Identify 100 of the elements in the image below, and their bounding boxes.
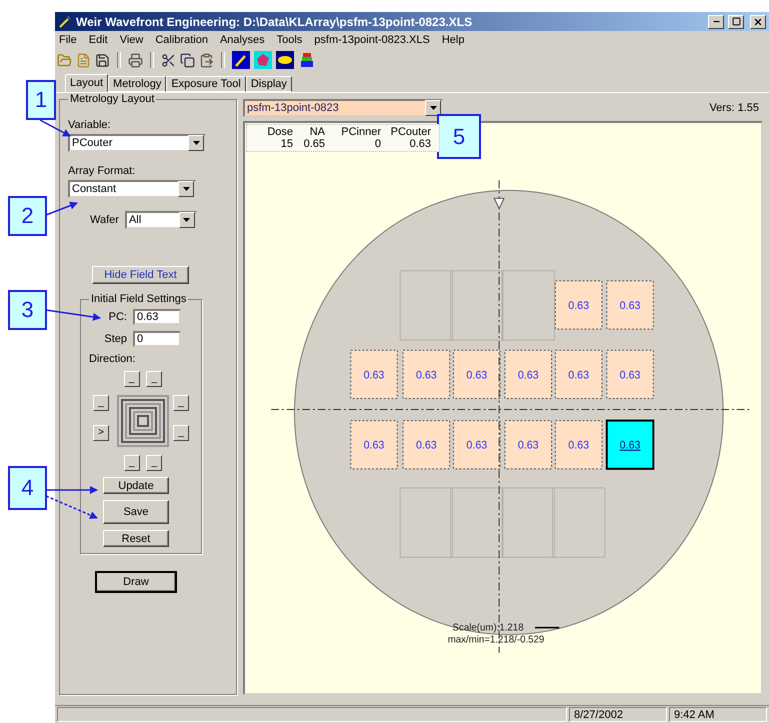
menu-item[interactable]: Calibration	[155, 34, 208, 46]
table-cell-text: 0.65	[302, 138, 325, 150]
wafer-dropdown[interactable]: All	[124, 211, 197, 229]
tab[interactable]: Layout	[65, 74, 108, 92]
field-cell[interactable]: 0.63	[453, 420, 501, 470]
callout-box: 5	[437, 114, 481, 159]
minimize-button[interactable]	[708, 14, 724, 28]
column-header: NA	[308, 126, 325, 138]
grid-slot	[502, 487, 555, 558]
table-cell-text: 0	[374, 138, 381, 150]
field-cell[interactable]: 0.63	[606, 350, 654, 399]
maximize-icon	[732, 17, 740, 26]
menu-item[interactable]: Tools	[276, 34, 302, 46]
pc-input[interactable]: 0.63	[133, 309, 181, 325]
close-button[interactable]	[750, 14, 766, 28]
callout-box: 3	[8, 290, 47, 330]
wand-icon	[58, 14, 72, 28]
menu-item[interactable]: Analyses	[220, 34, 265, 46]
caret-icon	[182, 187, 190, 191]
notch-icon	[493, 198, 505, 210]
action-button[interactable]: Save	[103, 500, 169, 524]
field-label: Variable:	[68, 119, 112, 131]
variable-dropdown[interactable]: PCouter	[68, 134, 206, 152]
bars-icon[interactable]	[298, 51, 316, 69]
menu-item[interactable]: File	[59, 34, 77, 46]
callout-arrow	[46, 202, 78, 216]
group-title: Initial Field Settings	[90, 293, 188, 305]
grid-slot	[450, 270, 504, 341]
menu-item[interactable]: View	[120, 34, 144, 46]
tab[interactable]: Metrology	[108, 76, 166, 92]
wand-icon[interactable]	[232, 51, 250, 69]
caret-icon	[183, 218, 190, 222]
status-time: 9:42 AM	[669, 707, 767, 722]
direction-button[interactable]: _	[146, 371, 162, 387]
field-cell[interactable]: 0.63	[504, 350, 552, 399]
caret-icon	[192, 141, 200, 145]
grid-slot	[400, 270, 454, 341]
field-cell[interactable]: 0.63	[504, 420, 552, 470]
menu-item[interactable]: psfm-13point-0823.XLS	[314, 34, 430, 46]
field-cell[interactable]: 0.63	[350, 420, 398, 470]
close-icon	[753, 16, 763, 26]
floppy-icon[interactable]	[95, 52, 110, 68]
direction-button[interactable]: _	[93, 395, 109, 411]
callout-box: 2	[8, 196, 47, 236]
hide-field-text-button[interactable]: Hide Field Text	[92, 266, 189, 284]
grid-slot	[450, 487, 504, 558]
direction-button[interactable]: _	[173, 395, 189, 411]
grid-slot	[400, 487, 454, 558]
field-cell[interactable]: 0.63	[350, 350, 398, 399]
paste-icon[interactable]	[199, 52, 214, 68]
callout-box: 4	[8, 466, 47, 510]
maximize-button[interactable]	[728, 14, 744, 28]
column-header: PCouter	[390, 126, 431, 138]
version-label: Vers: 1.55	[709, 102, 759, 114]
caret-icon	[430, 106, 436, 110]
field-label: Wafer	[90, 214, 119, 226]
field-cell[interactable]: 0.63	[606, 280, 654, 330]
table-cell-text: 15	[280, 138, 293, 150]
direction-button[interactable]: _	[173, 425, 189, 441]
group-title: Metrology Layout	[69, 93, 156, 105]
field-label: PC:	[108, 311, 127, 323]
field-cell[interactable]: 0.63	[453, 350, 501, 399]
folder-icon[interactable]	[57, 52, 72, 68]
layout-file-dropdown[interactable]: psfm-13point-0823	[243, 99, 443, 117]
menu-item[interactable]: Edit	[88, 34, 108, 46]
direction-button[interactable]: _	[124, 455, 140, 471]
field-cell[interactable]: 0.63	[554, 350, 602, 399]
field-cell[interactable]: 0.63	[402, 350, 450, 399]
field-cell[interactable]: 0.63	[402, 420, 450, 470]
copy-icon[interactable]	[180, 52, 195, 68]
field-label: Array Format:	[68, 165, 136, 177]
tab[interactable]: Exposure Tool	[166, 76, 246, 92]
grid-slot	[552, 487, 606, 558]
action-button[interactable]: Reset	[103, 530, 169, 547]
window-title: Weir Wavefront Engineering: D:\Data\KLArray\psfm-13point-0823.XLS	[76, 14, 474, 28]
printer-icon[interactable]	[128, 52, 143, 68]
concentric-squares-icon	[117, 395, 169, 447]
field-cell[interactable]: 0.63	[606, 420, 654, 470]
direction-button[interactable]: >	[93, 425, 109, 441]
action-button[interactable]: Update	[103, 477, 169, 494]
table-cell-text: 0.63	[408, 138, 431, 150]
step-input[interactable]: 0	[133, 331, 181, 347]
draw-button[interactable]: Draw	[95, 571, 177, 593]
menu-item[interactable]: Help	[442, 34, 464, 46]
status-date: 8/27/2002	[569, 707, 667, 722]
field-label: Step	[103, 333, 127, 345]
column-header: Dose	[266, 126, 293, 138]
field-cell[interactable]: 0.63	[554, 280, 602, 330]
scissors-icon[interactable]	[161, 52, 176, 68]
grid-slot	[502, 270, 555, 341]
column-header: PCinner	[340, 126, 381, 138]
callout-box: 1	[26, 80, 56, 120]
field-label: Direction:	[89, 353, 136, 365]
callout-arrow	[46, 309, 101, 321]
scale-bar	[535, 626, 560, 628]
direction-button[interactable]: _	[146, 455, 162, 471]
direction-button[interactable]: _	[124, 371, 140, 387]
array-format-dropdown[interactable]: Constant	[68, 180, 196, 198]
field-cell[interactable]: 0.63	[554, 420, 602, 470]
tab[interactable]: Display	[246, 76, 292, 92]
